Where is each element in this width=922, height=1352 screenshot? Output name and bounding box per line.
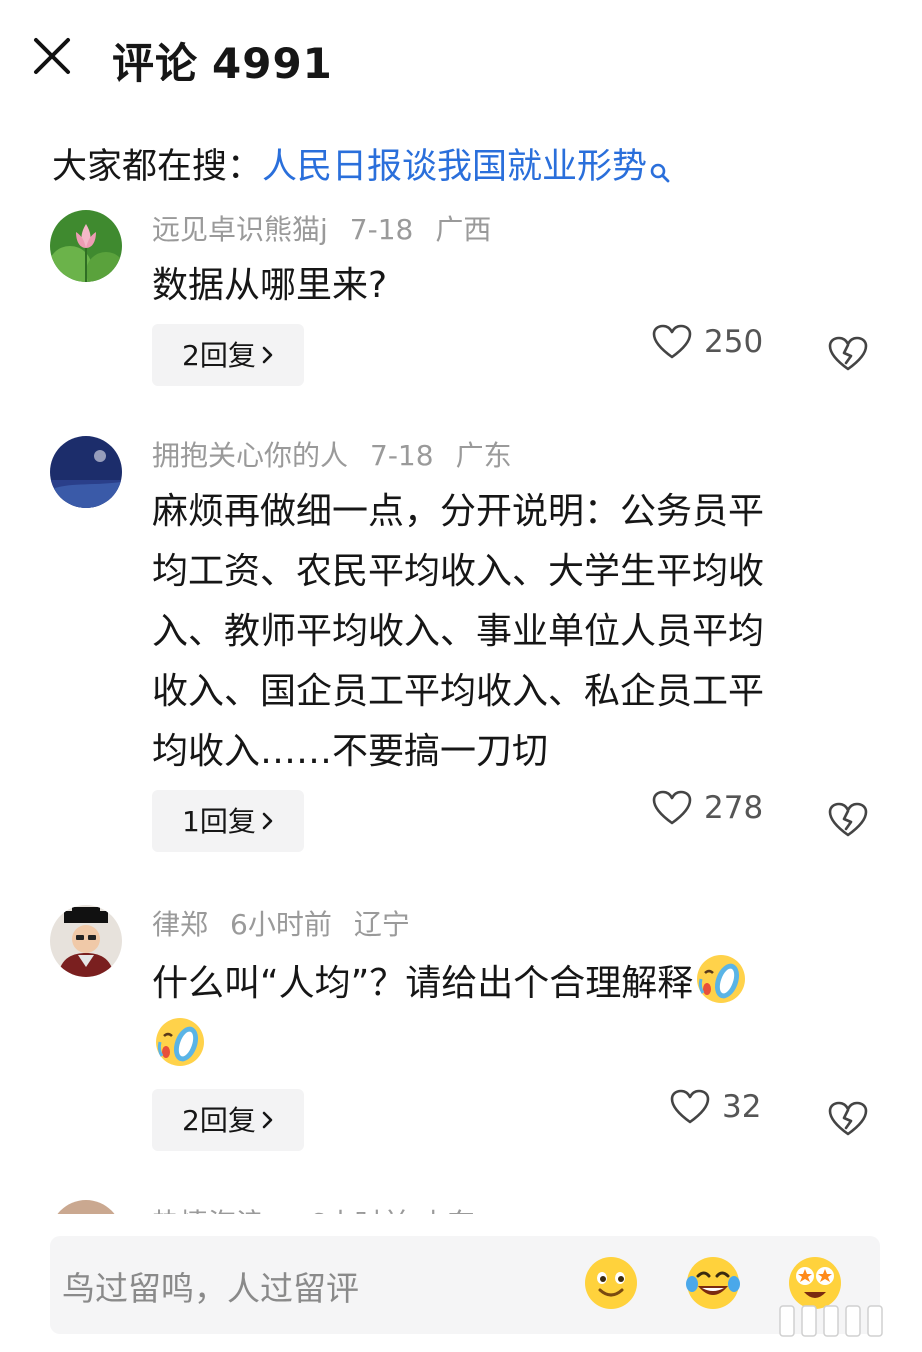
broken-heart-icon (828, 336, 868, 371)
like-button[interactable]: 278 (652, 790, 763, 852)
trending-link[interactable]: 人民日报谈我国就业形势 (262, 147, 647, 187)
broken-heart-icon (828, 1101, 868, 1136)
comment-line: 什么叫“人均”？请给出个合理解释 (152, 951, 852, 1014)
crying-flipflop-emoji (152, 1014, 208, 1070)
like-count: 250 (704, 324, 764, 360)
comments-header: 评论 4991 (0, 0, 922, 120)
comment-meta: 远见卓识熊猫j 7-18 广西 (152, 210, 513, 250)
chevron-right-icon (262, 1089, 274, 1151)
comment-line: 数据从哪里来? (152, 265, 388, 306)
laughing-emoji-button[interactable] (684, 1254, 742, 1312)
comment-line (152, 1014, 852, 1077)
view-replies-button[interactable]: 2回复 (152, 324, 304, 386)
comment-text: 数据从哪里来? (152, 256, 852, 316)
comment-date: 7-18 (370, 439, 434, 472)
comment-line-text: 什么叫“人均”？请给出个合理解释 (152, 963, 694, 1004)
view-replies-button[interactable]: 1回复 (152, 790, 304, 852)
like-count: 278 (704, 790, 764, 826)
smile-emoji-button[interactable] (582, 1254, 640, 1312)
comment-count: 4991 (212, 39, 333, 88)
replies-label: 1回复 (182, 805, 256, 838)
like-count: 32 (722, 1089, 762, 1125)
like-button[interactable]: 32 (670, 1089, 761, 1151)
page-title: 评论 4991 (112, 30, 333, 91)
comment-line: 收入、国企员工平均收入、私企员工平 (152, 671, 765, 712)
trending-search: 大家都在搜：人民日报谈我国就业形势 (52, 140, 671, 200)
comment-location: 辽宁 (353, 908, 410, 941)
like-button[interactable]: 250 (652, 324, 763, 386)
comment-input-bar[interactable]: 鸟过留鸣，人过留评 (50, 1236, 880, 1334)
broken-heart-icon (828, 802, 868, 837)
laughing-tears-emoji-icon (686, 1257, 740, 1309)
chevron-right-icon (262, 324, 274, 386)
view-replies-button[interactable]: 2回复 (152, 1089, 304, 1151)
dislike-button[interactable] (828, 802, 868, 842)
heart-icon (670, 1089, 710, 1124)
comment-line: 均收入……不要搞一刀切 (152, 731, 549, 772)
search-icon[interactable] (649, 146, 671, 200)
comment-line: 麻烦再做细一点，分开说明：公务员平 (152, 491, 765, 532)
username[interactable]: 远见卓识熊猫j (152, 213, 328, 246)
comment-line: 入、教师平均收入、事业单位人员平均 (152, 611, 765, 652)
comment-text: 什么叫“人均”？请给出个合理解释 (152, 951, 852, 1077)
title-label: 评论 (112, 39, 199, 88)
comment-meta: 拥抱关心你的人 7-18 广东 (152, 436, 534, 476)
comment-location: 广东 (455, 439, 512, 472)
comment-text: 麻烦再做细一点，分开说明：公务员平 均工资、农民平均收入、大学生平均收 入、教师… (152, 482, 852, 782)
smile-emoji-icon (585, 1257, 637, 1309)
heart-icon (652, 324, 692, 359)
username[interactable]: 拥抱关心你的人 (152, 439, 348, 472)
trending-label: 大家都在搜： (52, 147, 263, 187)
watermark (760, 1300, 910, 1340)
replies-label: 2回复 (182, 1104, 256, 1137)
dislike-button[interactable] (828, 1101, 868, 1141)
next-comment-peek: 热情海浪 ... 6小时前 山东 (0, 1196, 922, 1214)
dislike-button[interactable] (828, 336, 868, 376)
comment-line: 均工资、农民平均收入、大学生平均收 (152, 551, 765, 592)
comment-meta: 热情海浪 ... 6小时前 山东 (152, 1202, 475, 1214)
chevron-right-icon (262, 790, 274, 852)
close-button[interactable] (30, 34, 74, 78)
comment-date: 6小时前 (230, 908, 332, 941)
avatar[interactable] (50, 905, 122, 977)
avatar[interactable] (50, 436, 122, 508)
username[interactable]: 律郑 (152, 908, 208, 941)
close-icon (34, 38, 70, 74)
comment-date: 7-18 (349, 213, 414, 246)
crying-flipflop-emoji (693, 951, 749, 1007)
heart-icon (652, 790, 692, 825)
comment-input-placeholder[interactable]: 鸟过留鸣，人过留评 (62, 1262, 359, 1310)
replies-label: 2回复 (182, 339, 256, 372)
comment-meta: 律郑 6小时前 辽宁 (152, 905, 432, 945)
avatar[interactable] (50, 210, 122, 282)
avatar (50, 1200, 122, 1214)
comment-location: 广西 (435, 213, 492, 246)
